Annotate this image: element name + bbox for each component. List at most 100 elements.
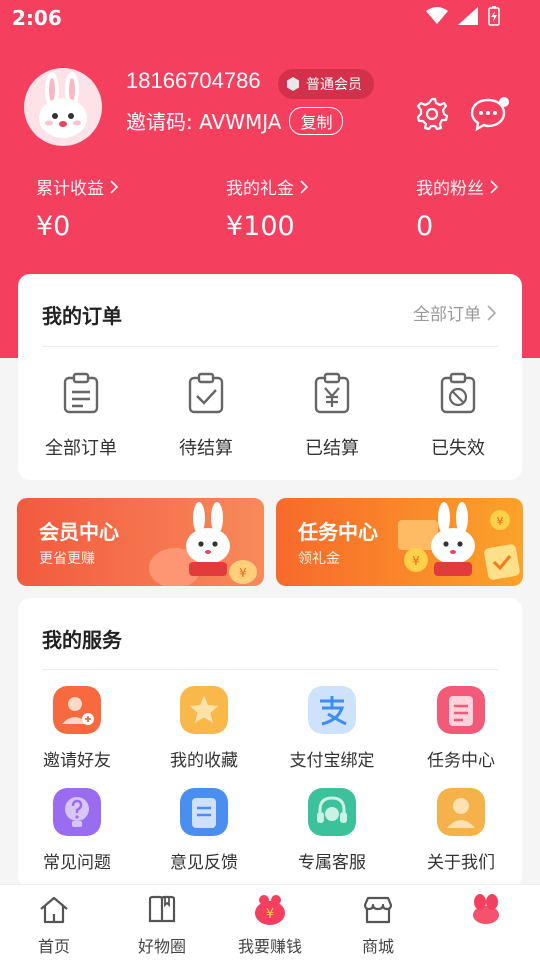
money-bag-icon: ¥ bbox=[255, 895, 285, 925]
orders-title: 我的订单 bbox=[42, 304, 122, 328]
services-card: 我的服务 邀请好友 我的收藏 支付宝绑定 任务中心 常见问题 意见反馈 专属客服… bbox=[18, 598, 522, 888]
promo-subtitle: 领礼金 bbox=[298, 551, 340, 567]
service-invite-friends[interactable]: 邀请好友 bbox=[12, 686, 142, 771]
stat-gift-money[interactable]: 我的礼金 ¥100 bbox=[226, 174, 308, 242]
stat-earnings[interactable]: 累计收益 ¥0 bbox=[36, 174, 118, 242]
service-alipay-binding[interactable]: 支付宝绑定 bbox=[267, 686, 397, 771]
copy-button[interactable]: 复制 bbox=[289, 106, 344, 135]
message-icon[interactable] bbox=[470, 96, 510, 132]
service-label: 专属客服 bbox=[298, 853, 366, 873]
service-feedback[interactable]: 意见反馈 bbox=[139, 788, 269, 873]
order-item-settled[interactable]: 已结算 bbox=[272, 372, 392, 460]
rabbit-mascot-icon: ¥ ¥ bbox=[398, 502, 520, 580]
order-item-all[interactable]: 全部订单 bbox=[21, 372, 141, 460]
service-about-us[interactable]: 关于我们 bbox=[396, 788, 526, 873]
store-icon bbox=[363, 896, 393, 924]
chevron-right-icon bbox=[490, 179, 498, 194]
service-label: 常见问题 bbox=[43, 853, 111, 873]
order-item-pending[interactable]: 待结算 bbox=[146, 372, 266, 460]
about-user-icon bbox=[437, 788, 485, 836]
services-title: 我的服务 bbox=[42, 628, 122, 652]
chevron-right-icon bbox=[110, 179, 118, 194]
tab-label: 商城 bbox=[361, 937, 394, 956]
rabbit-ears-icon bbox=[473, 894, 499, 924]
headset-icon bbox=[308, 788, 356, 836]
rabbit-avatar-icon bbox=[39, 72, 87, 138]
clipboard-check-icon bbox=[188, 372, 224, 414]
alipay-icon bbox=[308, 686, 356, 734]
tab-label: 首页 bbox=[37, 937, 70, 956]
task-center-banner[interactable]: 任务中心 领礼金 ¥ ¥ bbox=[276, 498, 523, 586]
hexagon-badge-icon bbox=[287, 77, 299, 91]
promo-title: 任务中心 bbox=[298, 520, 378, 544]
user-phone: 18166704786 bbox=[126, 68, 261, 93]
stat-fans[interactable]: 我的粉丝 0 bbox=[416, 174, 498, 242]
task-list-icon bbox=[437, 686, 485, 734]
rabbit-mascot-icon: ¥ bbox=[149, 502, 257, 586]
svg-text:¥: ¥ bbox=[266, 907, 274, 922]
service-label: 任务中心 bbox=[427, 751, 495, 771]
question-bulb-icon bbox=[53, 788, 101, 836]
tab-mine[interactable] bbox=[436, 893, 536, 933]
feedback-doc-icon bbox=[180, 788, 228, 836]
service-label: 支付宝绑定 bbox=[289, 751, 375, 771]
service-label: 我的收藏 bbox=[170, 751, 238, 771]
chevron-right-icon bbox=[487, 304, 496, 321]
star-icon bbox=[180, 686, 228, 734]
gear-icon[interactable] bbox=[414, 96, 450, 132]
status-bar: 2:06 bbox=[0, 0, 540, 36]
invite-label: 邀请码: bbox=[126, 110, 200, 134]
promo-subtitle: 更省更赚 bbox=[39, 551, 95, 567]
invite-code: AVWMJA bbox=[199, 110, 282, 134]
tab-label: 好物圈 bbox=[137, 937, 186, 956]
member-level: 普通会员 bbox=[306, 77, 362, 93]
order-item-label: 已失效 bbox=[431, 438, 485, 459]
invite-friend-icon bbox=[53, 686, 101, 734]
promo-title: 会员中心 bbox=[39, 520, 119, 544]
clipboard-ban-icon bbox=[440, 372, 476, 414]
home-icon bbox=[40, 896, 68, 924]
tab-earn-money[interactable]: ¥ 我要赚钱 bbox=[220, 893, 320, 957]
svg-text:¥: ¥ bbox=[412, 554, 420, 568]
order-item-label: 全部订单 bbox=[45, 438, 117, 459]
clipboard-yen-icon bbox=[314, 372, 350, 414]
chevron-right-icon bbox=[300, 179, 308, 194]
stat-value: 0 bbox=[416, 211, 434, 242]
divider bbox=[42, 669, 498, 670]
service-label: 关于我们 bbox=[427, 853, 495, 873]
service-customer-support[interactable]: 专属客服 bbox=[267, 788, 397, 873]
svg-text:¥: ¥ bbox=[239, 566, 247, 580]
service-task-center[interactable]: 任务中心 bbox=[396, 686, 526, 771]
order-item-label: 已结算 bbox=[305, 438, 359, 459]
signal-icon bbox=[458, 7, 478, 25]
service-label: 邀请好友 bbox=[43, 751, 111, 771]
service-faq[interactable]: 常见问题 bbox=[12, 788, 142, 873]
divider bbox=[42, 346, 498, 347]
order-item-label: 待结算 bbox=[179, 438, 233, 459]
stat-label: 我的礼金 bbox=[226, 179, 294, 199]
stat-label: 累计收益 bbox=[36, 179, 104, 199]
status-time: 2:06 bbox=[12, 6, 62, 30]
member-badge[interactable]: 普通会员 bbox=[278, 69, 374, 99]
clipboard-list-icon bbox=[63, 372, 99, 414]
all-orders-label: 全部订单 bbox=[413, 305, 481, 325]
tab-home[interactable]: 首页 bbox=[4, 893, 104, 957]
book-icon bbox=[148, 895, 176, 923]
service-label: 意见反馈 bbox=[170, 853, 238, 873]
service-favorites[interactable]: 我的收藏 bbox=[139, 686, 269, 771]
avatar[interactable] bbox=[24, 68, 102, 146]
all-orders-link[interactable]: 全部订单 bbox=[413, 300, 496, 325]
orders-card: 我的订单 全部订单 全部订单 待结算 已结算 已失效 bbox=[18, 274, 522, 480]
member-center-banner[interactable]: 会员中心 更省更赚 ¥ bbox=[17, 498, 264, 586]
status-icons bbox=[426, 6, 500, 26]
order-item-invalid[interactable]: 已失效 bbox=[398, 372, 518, 460]
tab-goods-circle[interactable]: 好物圈 bbox=[112, 893, 212, 957]
invite-code-row: 邀请码: AVWMJA 复制 bbox=[126, 106, 344, 135]
battery-icon bbox=[488, 6, 500, 26]
stat-label: 我的粉丝 bbox=[416, 179, 484, 199]
tab-label: 我要赚钱 bbox=[237, 937, 302, 956]
stat-value: ¥0 bbox=[36, 211, 71, 242]
svg-text:¥: ¥ bbox=[497, 515, 504, 528]
tab-mall[interactable]: 商城 bbox=[328, 893, 428, 957]
wifi-icon bbox=[426, 7, 448, 24]
